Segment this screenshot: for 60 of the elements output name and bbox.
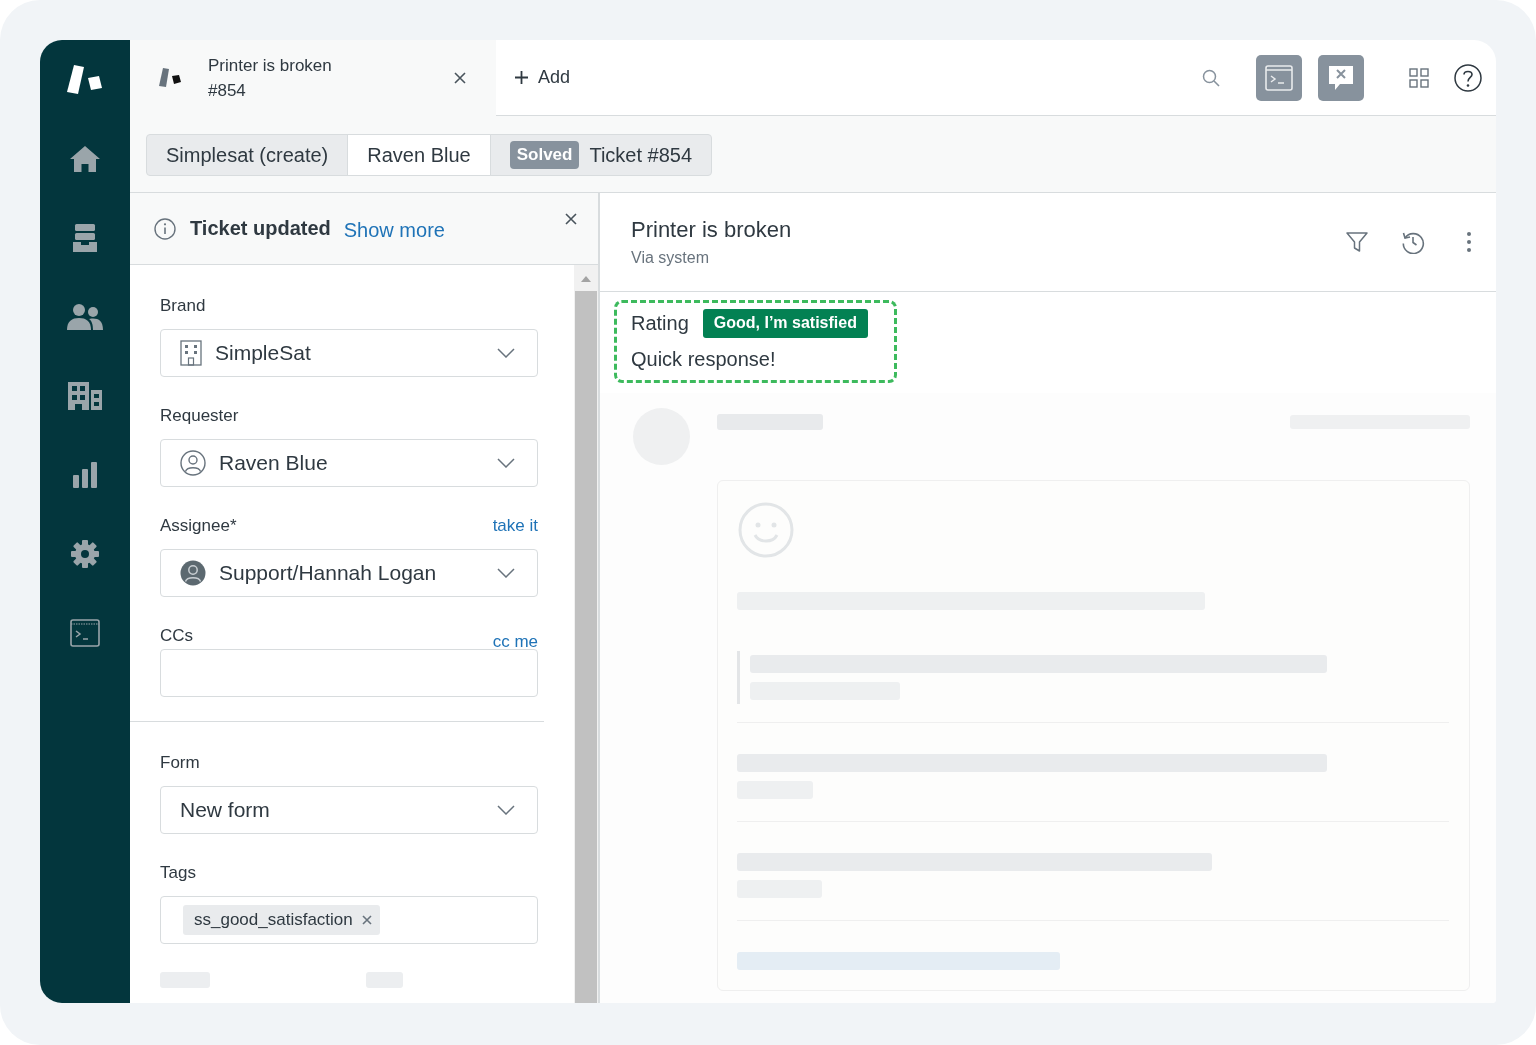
chevron-down-icon (497, 568, 515, 578)
close-icon[interactable] (361, 915, 372, 925)
filter-icon[interactable] (1346, 231, 1368, 253)
dropdown-field[interactable]: SimpleSat (160, 329, 538, 377)
gear-icon[interactable] (71, 539, 99, 568)
field-label: Brand (160, 295, 206, 317)
field-label: CCs (160, 625, 194, 647)
terminal-icon[interactable] (70, 618, 100, 647)
history-icon[interactable] (1401, 230, 1425, 254)
channel-label: Via system (631, 247, 709, 268)
breadcrumb-tab[interactable]: Solved Ticket #854 (489, 134, 713, 176)
help-icon[interactable] (1454, 63, 1482, 92)
ticket-tab[interactable]: Printer is broken #854 (130, 40, 496, 116)
status-badge: Solved (509, 141, 580, 169)
dropdown-field[interactable]: New form (160, 786, 538, 834)
home-icon[interactable] (69, 144, 101, 173)
speech-bubble-x-icon (1327, 63, 1355, 92)
more-options-icon[interactable] (1467, 232, 1471, 252)
tray-stack-icon[interactable] (72, 222, 98, 253)
close-icon[interactable] (565, 213, 577, 225)
breadcrumb-tab[interactable]: Simplesat (create) (146, 134, 349, 176)
info-icon (154, 217, 176, 240)
field-label: Tags (160, 862, 196, 884)
building-icon (180, 340, 202, 366)
notification-title: Ticket updated (190, 217, 331, 240)
field-action-link[interactable]: cc me (492, 631, 538, 653)
dropdown-field[interactable]: Raven Blue (160, 439, 538, 487)
show-more-link[interactable]: Show more (343, 218, 445, 242)
tags-field[interactable]: ss_good_satisfaction (160, 896, 538, 944)
plus-icon (515, 71, 528, 84)
rating-label: Rating (631, 311, 689, 335)
person-icon (180, 450, 206, 476)
ticket-title: Printer is broken (631, 215, 792, 244)
people-icon[interactable] (67, 302, 103, 331)
close-icon[interactable] (454, 71, 466, 84)
tag-chip[interactable]: ss_good_satisfaction (183, 905, 380, 935)
grid-icon[interactable] (1409, 67, 1429, 88)
smiley-icon (737, 501, 795, 559)
chevron-down-icon (497, 805, 515, 815)
logo-icon[interactable] (65, 62, 105, 97)
chat-button[interactable] (1318, 54, 1364, 101)
input-field[interactable] (160, 649, 538, 697)
avatar-icon (180, 560, 206, 586)
field-label: Form (160, 752, 200, 774)
field-label: Requester (160, 405, 239, 427)
breadcrumb-tab[interactable]: Raven Blue (347, 134, 491, 176)
rating-badge: Good, I’m satisfied (702, 308, 868, 338)
terminal-button[interactable] (1256, 54, 1302, 101)
field-action-link[interactable]: take it (492, 515, 538, 537)
search-icon[interactable] (1202, 68, 1220, 87)
logo-icon (158, 66, 182, 89)
add-button[interactable]: Add (515, 67, 571, 88)
chevron-down-icon (497, 348, 515, 358)
chevron-down-icon (497, 458, 515, 468)
bar-chart-icon[interactable] (72, 460, 98, 489)
field-label: Assignee* (160, 515, 237, 537)
dropdown-field[interactable]: Support/Hannah Logan (160, 549, 538, 597)
terminal-icon (1265, 64, 1293, 91)
rating-comment: Quick response! (631, 347, 776, 371)
buildings-icon[interactable] (67, 380, 103, 411)
